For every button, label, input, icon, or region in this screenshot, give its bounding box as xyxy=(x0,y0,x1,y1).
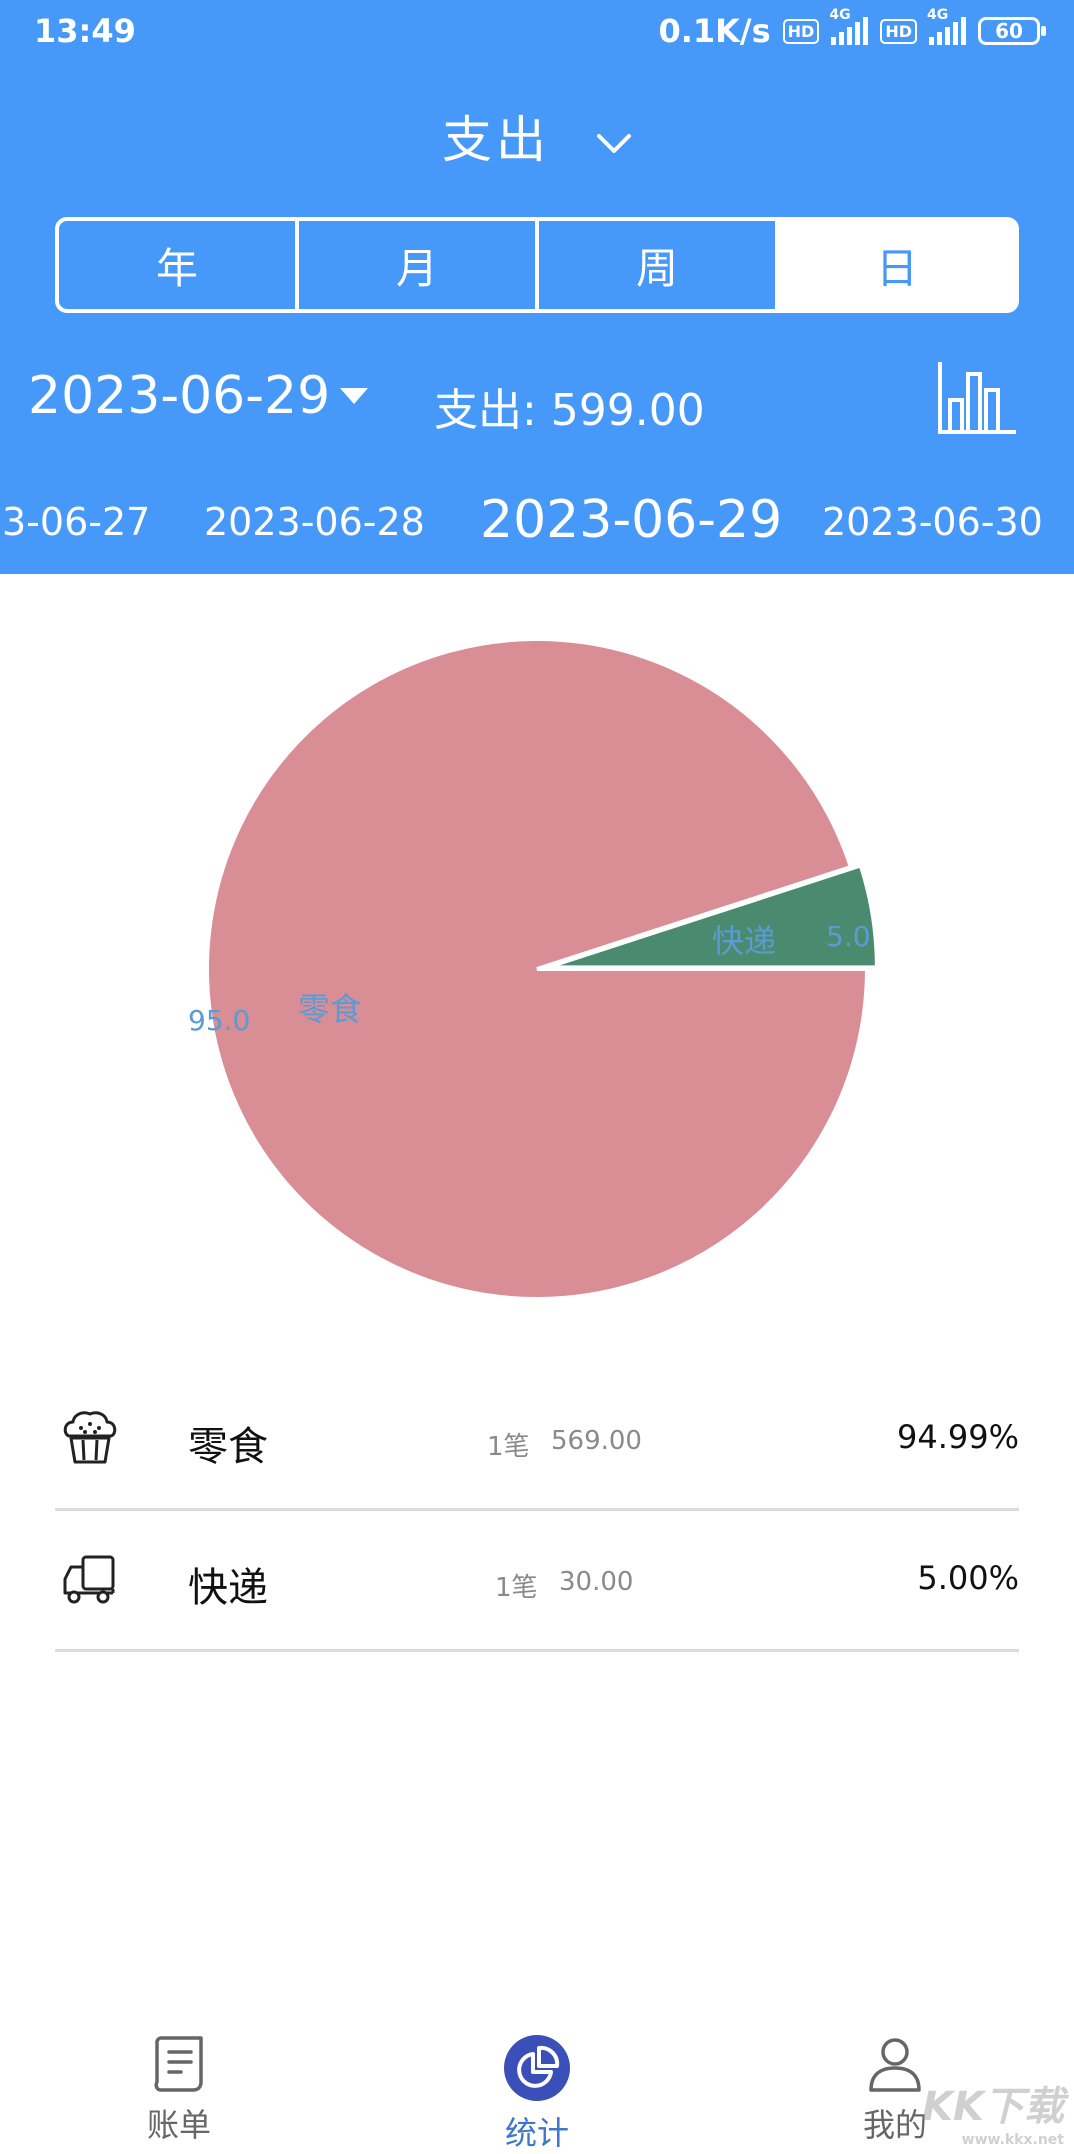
pie-value-express: 5.0 xyxy=(826,920,871,953)
pie-chart-svg: 零食 95.0 快递 5.0 xyxy=(188,637,879,1301)
pie-label-snacks: 零食 xyxy=(298,990,362,1028)
list-item[interactable]: 快递 1笔 30.00 5.00% xyxy=(55,1511,1019,1652)
date-picker[interactable]: 2023-06-29 xyxy=(28,366,369,426)
category-name: 零食 xyxy=(188,1424,268,1470)
signal-icon: 4G xyxy=(829,7,869,45)
watermark-sub: www.kkx.net xyxy=(961,2132,1064,2148)
tab-month[interactable]: 月 xyxy=(299,221,539,309)
date-item-selected[interactable]: 2023-06-29 xyxy=(480,490,782,550)
nav-item-bills[interactable]: 账单 xyxy=(79,2034,279,2146)
type-selector[interactable]: 支出 xyxy=(0,100,1074,172)
category-list: 零食 1笔 569.00 94.99% 快递 1笔 30.00 5.00% xyxy=(55,1370,1019,1652)
period-tabs: 年 月 周 日 xyxy=(55,217,1019,313)
category-count: 1笔 xyxy=(487,1432,530,1462)
category-amount: 30.00 xyxy=(559,1567,634,1597)
tab-day[interactable]: 日 xyxy=(779,221,1015,309)
header: 13:49 0.1K/s HD 4G HD 4G 60 支出 年 月 周 日 2… xyxy=(0,0,1074,574)
bill-icon xyxy=(154,2036,203,2092)
watermark: KK下载 www.kkx.net xyxy=(922,2074,1064,2148)
dropdown-triangle-icon xyxy=(340,388,369,404)
expense-total: 支出: 599.00 xyxy=(434,385,705,436)
type-selector-label: 支出 xyxy=(442,111,551,169)
nav-item-stats[interactable]: 统计 xyxy=(437,2034,637,2154)
chevron-down-icon xyxy=(596,133,631,153)
status-indicators: 0.1K/s HD 4G HD 4G 60 xyxy=(658,7,1046,50)
tab-week[interactable]: 周 xyxy=(539,221,779,309)
network-type-2: 4G xyxy=(927,7,949,23)
pie-value-snacks: 95.0 xyxy=(188,1004,250,1037)
battery-level: 60 xyxy=(995,19,1023,43)
hd-badge: HD xyxy=(782,18,820,44)
category-percent: 94.99% xyxy=(896,1418,1019,1456)
pie-chart-icon xyxy=(504,2035,570,2101)
profile-icon xyxy=(869,2038,921,2092)
category-percent: 5.00% xyxy=(917,1559,1019,1597)
hd-badge-2: HD xyxy=(880,18,917,44)
date-item[interactable]: 3-06-27 xyxy=(2,500,150,544)
category-amount: 569.00 xyxy=(551,1426,642,1456)
summary-row: 2023-06-29 支出: 599.00 xyxy=(0,360,1074,440)
pie-chart: 零食 95.0 快递 5.0 xyxy=(0,574,1074,1344)
date-item[interactable]: 2023-06-28 xyxy=(204,500,425,544)
current-date-label: 2023-06-29 xyxy=(28,366,331,426)
date-strip: 3-06-27 2023-06-28 2023-06-29 2023-06-30 xyxy=(0,490,1074,550)
truck-icon xyxy=(63,1555,115,1604)
bottom-nav: 账单 统计 我的 KK下载 www.kkx.net xyxy=(0,2014,1074,2154)
cake-icon xyxy=(63,1411,117,1464)
battery-icon: 60 xyxy=(978,17,1046,45)
signal-icon-2: 4G xyxy=(927,7,966,45)
status-bar: 13:49 0.1K/s HD 4G HD 4G 60 xyxy=(0,0,1074,64)
category-name: 快递 xyxy=(188,1565,268,1611)
pie-label-express: 快递 xyxy=(712,922,776,960)
watermark-text: KK下载 xyxy=(922,2084,1064,2130)
list-item[interactable]: 零食 1笔 569.00 94.99% xyxy=(55,1370,1019,1511)
nav-label-bills: 账单 xyxy=(146,2106,211,2144)
date-item[interactable]: 2023-06-30 xyxy=(822,500,1043,544)
nav-label-stats: 统计 xyxy=(504,2114,569,2152)
status-time: 13:49 xyxy=(34,12,136,50)
tab-year[interactable]: 年 xyxy=(59,221,299,309)
bar-chart-icon[interactable] xyxy=(936,360,1018,436)
network-type: 4G xyxy=(829,7,851,23)
network-speed: 0.1K/s xyxy=(658,12,771,50)
category-count: 1笔 xyxy=(495,1573,538,1603)
